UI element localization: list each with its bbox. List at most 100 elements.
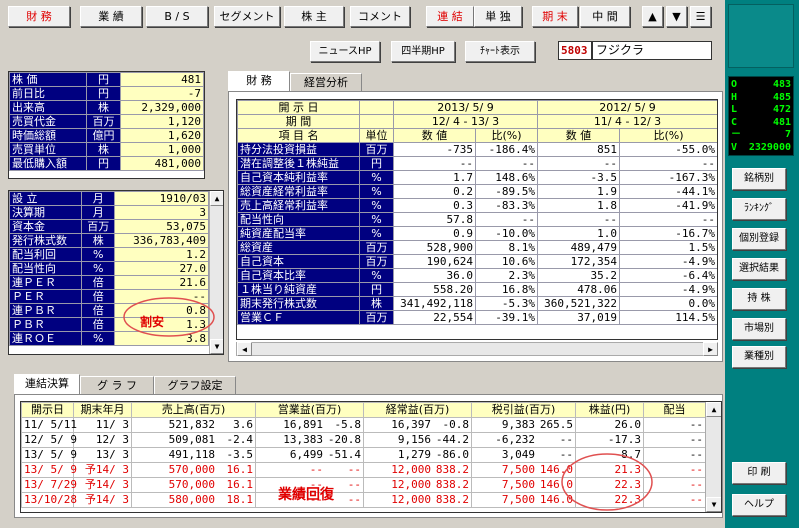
- label-cell: 配当性向: [9, 261, 83, 276]
- header-item: 項 目 名: [237, 128, 360, 143]
- label-cell: 出来高: [9, 100, 87, 115]
- unit-cell: 百万: [359, 240, 394, 255]
- toolbar-button-6[interactable]: 連 結: [426, 6, 474, 27]
- value-cell: 53,075: [114, 219, 209, 234]
- date-cell: 13/ 7/29: [21, 477, 77, 493]
- side-button-5[interactable]: 市場別: [732, 318, 786, 340]
- column-header: 経常益(百万): [363, 402, 472, 418]
- value-cell: -4.9%: [619, 254, 717, 269]
- label-cell: 前日比: [9, 86, 87, 101]
- quote-row: C 481: [731, 117, 791, 129]
- quote-box: O 483 H 485 L 472 C 481 － 7 V 2329000: [728, 76, 794, 156]
- toolbar-button-1[interactable]: 業 績: [80, 6, 142, 27]
- value: 9,383: [501, 418, 535, 431]
- side-button-3[interactable]: 選択結果: [732, 258, 786, 280]
- label-cell: 時価総額: [9, 128, 87, 143]
- chart-display-button[interactable]: ﾁｬｰﾄ表示: [465, 41, 535, 62]
- value-cell: -44.1%: [619, 184, 717, 199]
- value-cell: 558.20: [393, 282, 476, 297]
- side-button-4[interactable]: 持 株: [732, 288, 786, 310]
- toolbar-button-8[interactable]: 期 末: [532, 6, 578, 27]
- toolbar-button-0[interactable]: 財 務: [8, 6, 70, 27]
- value-cell: 1.0: [537, 226, 620, 241]
- table-row: 資本金 百万 53,075: [9, 219, 209, 234]
- header-unit: 単位: [359, 128, 394, 143]
- label-cell: 売買単位: [9, 142, 87, 157]
- tab-graph[interactable]: グ ラ フ: [80, 376, 154, 395]
- tab-graph-settings[interactable]: グラフ設定: [154, 376, 236, 395]
- value: 16,891: [283, 418, 323, 431]
- scroll-down-icon[interactable]: ▼: [706, 497, 721, 512]
- toolbar-button-9[interactable]: 中 間: [580, 6, 630, 27]
- period-cell: 11/ 3: [73, 417, 132, 433]
- scroll-right-icon[interactable]: ▶: [703, 342, 718, 356]
- ratio: 18.1: [226, 493, 254, 506]
- pair-cell: 521,832 3.6: [131, 417, 256, 433]
- down-arrow-icon[interactable]: ▼: [666, 6, 687, 27]
- side-button-6[interactable]: 業種別: [732, 346, 786, 368]
- value-cell: --: [619, 212, 717, 227]
- value-cell: 1910/03: [114, 191, 209, 206]
- finance-hscroll[interactable]: ◀ ▶: [236, 342, 718, 356]
- toolbar-button-7[interactable]: 単 独: [474, 6, 522, 27]
- value-cell: 481: [120, 72, 204, 87]
- unit-cell: 円: [85, 72, 122, 87]
- side-button-1[interactable]: ﾗﾝｷﾝｸﾞ: [732, 198, 786, 220]
- toolbar-button-3[interactable]: セグメント: [214, 6, 280, 27]
- unit-cell: %: [81, 261, 115, 276]
- pair-cell: 13,383 -20.8: [255, 432, 364, 448]
- period-cell: 予14/ 3: [73, 462, 132, 478]
- tab-finance[interactable]: 財 務: [228, 71, 290, 92]
- scroll-left-icon[interactable]: ◀: [237, 342, 252, 356]
- results-header-row: 開示日 期末年月 売上高(百万) 営業益(百万) 経常益(百万) 税引益(百万) 株益(円)…: [21, 402, 706, 418]
- news-hp-button[interactable]: ニュースHP: [310, 41, 380, 62]
- quarterly-hp-button[interactable]: 四半期HP: [391, 41, 455, 62]
- unit-cell: %: [359, 226, 394, 241]
- scroll-down-icon[interactable]: ▼: [210, 339, 223, 354]
- label-cell: 連ＰＢＲ: [9, 303, 83, 318]
- help-button[interactable]: ヘルプ: [732, 494, 786, 516]
- unit-cell: 百万: [359, 254, 394, 269]
- period-cell: 13/ 3: [73, 447, 132, 463]
- finance-row: 持分法投資損益 百万 -735 -186.4% 851 -55.0%: [237, 142, 717, 157]
- stock-code-field[interactable]: 5803: [558, 41, 592, 60]
- column-header: 開示日: [21, 402, 74, 418]
- toolbar-button-2[interactable]: B / S: [146, 6, 208, 27]
- dividend-cell: --: [643, 432, 706, 448]
- quote-key: V: [731, 141, 738, 153]
- header-ratio: 比(%): [475, 128, 538, 143]
- company-name-field[interactable]: フジクラ: [592, 41, 712, 60]
- tab-consolidated-results[interactable]: 連結決算: [14, 374, 80, 395]
- results-scrollbar[interactable]: ▲ ▼: [705, 402, 721, 512]
- pair-cell: 6,499 -51.4: [255, 447, 364, 463]
- menu-icon[interactable]: ☰: [690, 6, 711, 27]
- recovery-annotation: 業績回復: [278, 487, 334, 503]
- cheap-circle: [123, 297, 215, 337]
- value-cell: -5.3%: [475, 296, 538, 311]
- quote-key: －: [731, 129, 741, 140]
- column-header: 配当: [643, 402, 706, 418]
- item-cell: 自己資本純利益率: [237, 170, 360, 185]
- value-cell: -55.0%: [619, 142, 717, 157]
- table-row: 前日比円 -7: [9, 86, 204, 101]
- side-button-0[interactable]: 銘柄別: [732, 168, 786, 190]
- ratio: 16.1: [226, 463, 254, 476]
- scroll-up-icon[interactable]: ▲: [706, 402, 721, 417]
- finance-row: 総資産 百万 528,900 8.1% 489,479 1.5%: [237, 240, 717, 255]
- print-button[interactable]: 印 刷: [732, 462, 786, 484]
- tab-management-analysis[interactable]: 経営分析: [290, 73, 362, 92]
- value: 12,000: [391, 463, 431, 476]
- date-cell: 12/ 5/ 9: [21, 432, 77, 448]
- side-button-2[interactable]: 個別登録: [732, 228, 786, 250]
- finance-row: 潜在調整後１株純益円 -- -- -- --: [237, 156, 717, 171]
- value: 16,397: [391, 418, 431, 431]
- scroll-up-icon[interactable]: ▲: [210, 191, 223, 206]
- ratio: 265.5: [539, 418, 573, 431]
- finance-header-row: 開 示 日 2013/ 5/ 9 2012/ 5/ 9: [237, 100, 717, 115]
- item-cell: 期末発行株式数: [237, 296, 360, 311]
- toolbar-button-4[interactable]: 株 主: [284, 6, 344, 27]
- up-arrow-icon[interactable]: ▲: [642, 6, 663, 27]
- toolbar-button-5[interactable]: コメント: [350, 6, 410, 27]
- header-ratio: 比(%): [619, 128, 717, 143]
- table-row: 配当利回% 1.2: [9, 247, 209, 262]
